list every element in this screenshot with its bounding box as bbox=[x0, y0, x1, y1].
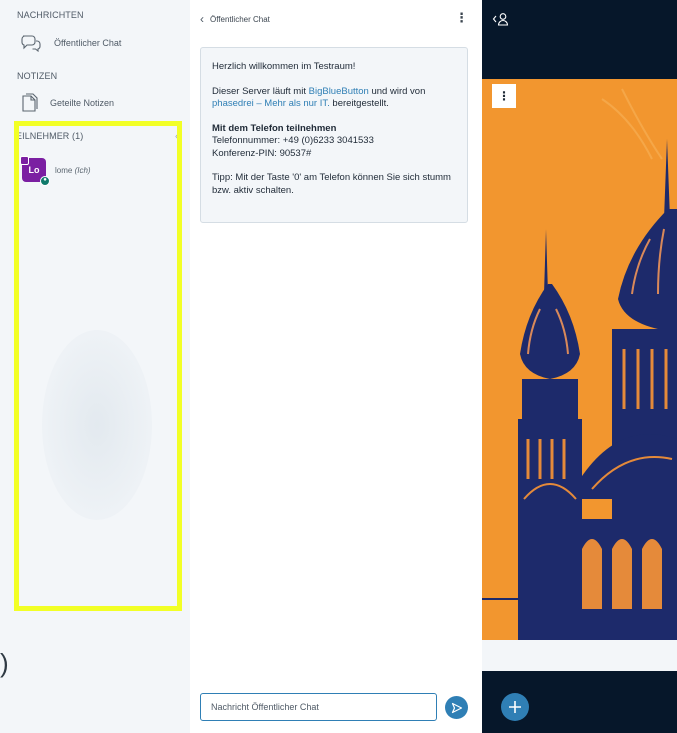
chat-header[interactable]: ‹ Öffentlicher Chat bbox=[200, 12, 270, 26]
presentation-area: ⋮ bbox=[482, 0, 677, 733]
chat-title: Öffentlicher Chat bbox=[210, 14, 270, 24]
shared-notes-label: Geteilte Notizen bbox=[50, 98, 115, 108]
phone-info: Mit dem Telefon teilnehmen Telefonnummer… bbox=[212, 123, 456, 161]
notes-section-title: NOTIZEN bbox=[17, 71, 58, 81]
server-info-text-post: bereitgestellt. bbox=[329, 98, 389, 109]
messages-section-title: NACHRICHTEN bbox=[17, 10, 84, 20]
chat-bubbles-icon bbox=[20, 34, 42, 52]
document-icon bbox=[20, 93, 38, 113]
back-chevron-icon[interactable]: ‹ bbox=[200, 12, 204, 26]
welcome-message: Herzlich willkommen im Testraum! Dieser … bbox=[200, 47, 468, 223]
user-icon bbox=[492, 13, 509, 26]
server-info-text: Dieser Server läuft mit bbox=[212, 85, 309, 97]
phone-tip: Tipp: Mit der Taste '0' am Telefon könne… bbox=[212, 172, 451, 196]
user-list-panel: NACHRICHTEN Öffentlicher Chat NOTIZEN Ge… bbox=[0, 0, 190, 733]
chat-options-icon[interactable]: ⋮ bbox=[455, 10, 468, 26]
server-info-text-mid: und wird von bbox=[368, 85, 426, 97]
highlight-frame bbox=[14, 121, 182, 611]
phone-number: Telefonnummer: +49 (0)6233 3041533 bbox=[212, 135, 374, 146]
conference-pin: Konferenz-PIN: 90537# bbox=[212, 147, 312, 159]
send-icon bbox=[451, 702, 462, 713]
presentation-slide bbox=[482, 79, 677, 640]
shared-notes-item[interactable]: Geteilte Notizen bbox=[20, 93, 114, 113]
server-info: Dieser Server läuft mit BigBlueButton un… bbox=[212, 86, 456, 111]
plus-icon bbox=[509, 701, 521, 713]
user-list-toggle[interactable] bbox=[492, 12, 510, 31]
chat-message-input[interactable] bbox=[200, 693, 437, 721]
chat-panel: ‹ Öffentlicher Chat ⋮ Herzlich willkomme… bbox=[190, 0, 482, 733]
bigbluebutton-link[interactable]: BigBlueButton bbox=[309, 86, 369, 97]
phasedrei-link[interactable]: phasedrei – Mehr als nur IT. bbox=[212, 98, 330, 109]
parenthesis-glyph: ) bbox=[0, 648, 9, 678]
phone-heading: Mit dem Telefon teilnehmen bbox=[212, 122, 337, 134]
public-chat-item[interactable]: Öffentlicher Chat bbox=[20, 34, 121, 52]
send-button[interactable] bbox=[445, 696, 468, 719]
church-image bbox=[482, 79, 677, 640]
welcome-heading: Herzlich willkommen im Testraum! bbox=[212, 61, 356, 72]
presentation-options-icon[interactable]: ⋮ bbox=[492, 84, 516, 108]
actions-plus-button[interactable] bbox=[501, 693, 529, 721]
public-chat-label: Öffentlicher Chat bbox=[54, 38, 122, 48]
